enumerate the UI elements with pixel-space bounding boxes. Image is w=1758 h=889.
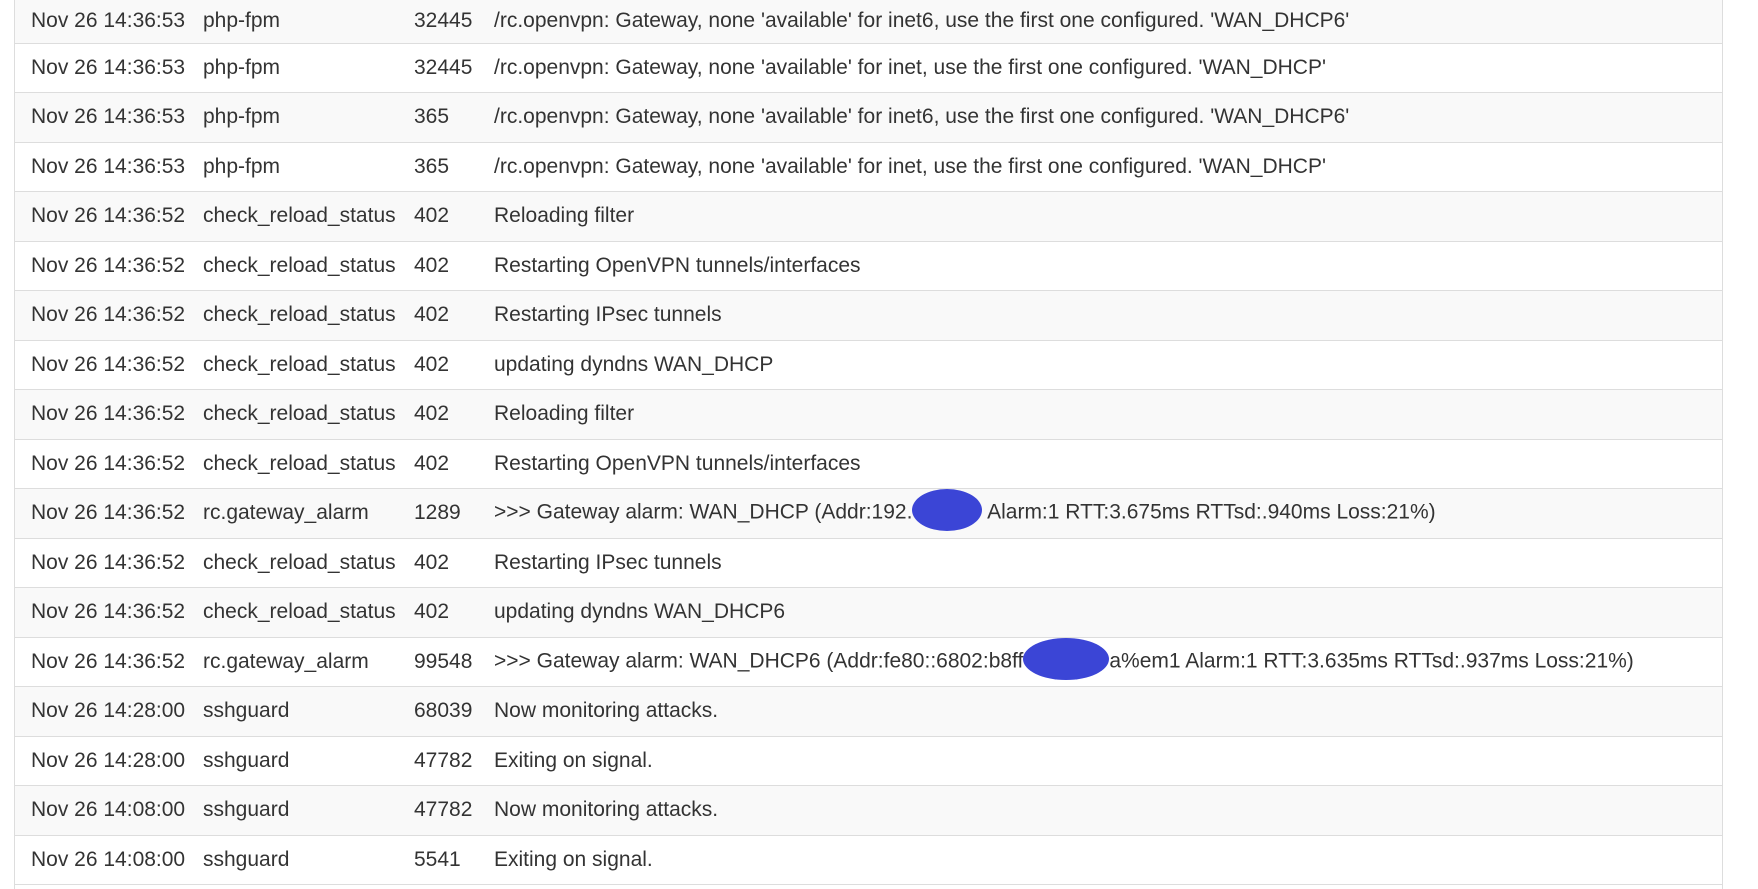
table-row: Nov 26 14:08:00 sshguard 47782 Now monit…	[15, 785, 1722, 836]
log-message: Exiting on signal.	[494, 736, 1722, 786]
log-message: Restarting IPsec tunnels	[494, 538, 1722, 588]
log-time: Nov 26 14:36:52	[15, 587, 203, 638]
log-pid: 68039	[414, 686, 494, 737]
log-time: Nov 26 14:28:00	[15, 686, 203, 737]
log-time: Nov 26 14:36:53	[15, 0, 203, 44]
log-message: /rc.openvpn: Gateway, none 'available' f…	[494, 43, 1722, 93]
log-time: Nov 26 14:36:52	[15, 538, 203, 588]
log-time: Nov 26 14:36:52	[15, 389, 203, 440]
log-pid: 365	[414, 142, 494, 192]
table-row: Nov 26 14:36:52 check_reload_status 402 …	[15, 290, 1722, 341]
log-time: Nov 26 14:36:52	[15, 488, 203, 539]
table-row: Nov 26 14:36:52 rc.gateway_alarm 1289 >>…	[15, 488, 1722, 539]
log-process: sshguard	[203, 686, 414, 737]
log-time: Nov 26 14:08:00	[15, 785, 203, 836]
table-row: Nov 26 14:28:00 sshguard 68039 Now monit…	[15, 686, 1722, 737]
table-row: Nov 26 14:36:53 php-fpm 365 /rc.openvpn:…	[15, 142, 1722, 192]
log-message-after-redaction: Alarm:1 RTT:3.675ms RTTsd:.940ms Loss:21…	[982, 500, 1436, 524]
log-time: Nov 26 14:36:52	[15, 290, 203, 341]
log-message: Restarting IPsec tunnels	[494, 290, 1722, 341]
table-row: Nov 26 14:36:53 php-fpm 32445 /rc.openvp…	[15, 43, 1722, 93]
log-process: check_reload_status	[203, 439, 414, 489]
log-message: Reloading filter	[494, 389, 1722, 440]
log-message: Now monitoring attacks.	[494, 686, 1722, 737]
log-process: check_reload_status	[203, 389, 414, 440]
log-process: sshguard	[203, 736, 414, 786]
table-row: Nov 26 14:36:52 check_reload_status 402 …	[15, 389, 1722, 440]
log-time: Nov 26 14:28:00	[15, 736, 203, 786]
log-message: >>> Gateway alarm: WAN_DHCP6 (Addr:fe80:…	[494, 637, 1722, 687]
table-row: Nov 26 14:28:00 sshguard 47782 Exiting o…	[15, 736, 1722, 786]
log-process: php-fpm	[203, 0, 414, 44]
log-message: /rc.openvpn: Gateway, none 'available' f…	[494, 142, 1722, 192]
log-process: check_reload_status	[203, 538, 414, 588]
log-pid: 47782	[414, 785, 494, 836]
table-row: Nov 26 14:36:53 php-fpm 365 /rc.openvpn:…	[15, 92, 1722, 143]
log-pid: 402	[414, 191, 494, 242]
log-process: check_reload_status	[203, 290, 414, 341]
log-process: check_reload_status	[203, 241, 414, 291]
log-process: sshguard	[203, 785, 414, 836]
log-pid: 402	[414, 439, 494, 489]
log-process: rc.gateway_alarm	[203, 488, 414, 539]
log-message: Restarting OpenVPN tunnels/interfaces	[494, 439, 1722, 489]
log-message-before-redaction: >>> Gateway alarm: WAN_DHCP (Addr:192.	[494, 500, 913, 524]
log-time: Nov 26 14:08:00	[15, 835, 203, 885]
table-row: Nov 26 14:36:52 rc.gateway_alarm 99548 >…	[15, 637, 1722, 687]
log-table-body: Nov 26 14:36:53 php-fpm 32445 /rc.openvp…	[15, 0, 1722, 885]
log-pid: 99548	[414, 637, 494, 687]
table-row: Nov 26 14:08:00 sshguard 5541 Exiting on…	[15, 835, 1722, 885]
log-process: php-fpm	[203, 92, 414, 143]
log-message-before-redaction: >>> Gateway alarm: WAN_DHCP6 (Addr:fe80:…	[494, 649, 1024, 673]
log-pid: 402	[414, 587, 494, 638]
log-pid: 402	[414, 241, 494, 291]
table-row: Nov 26 14:36:52 check_reload_status 402 …	[15, 538, 1722, 588]
log-process: check_reload_status	[203, 191, 414, 242]
log-message: Restarting OpenVPN tunnels/interfaces	[494, 241, 1722, 291]
log-pid: 5541	[414, 835, 494, 885]
log-time: Nov 26 14:36:53	[15, 142, 203, 192]
log-pid: 32445	[414, 0, 494, 44]
table-row: Nov 26 14:36:52 check_reload_status 402 …	[15, 191, 1722, 242]
log-message: updating dyndns WAN_DHCP6	[494, 587, 1722, 638]
log-time: Nov 26 14:36:53	[15, 43, 203, 93]
redaction-mark	[1023, 637, 1110, 680]
log-time: Nov 26 14:36:52	[15, 439, 203, 489]
log-pid: 47782	[414, 736, 494, 786]
log-pid: 32445	[414, 43, 494, 93]
log-message: Now monitoring attacks.	[494, 785, 1722, 836]
log-pid: 402	[414, 290, 494, 341]
log-message: >>> Gateway alarm: WAN_DHCP (Addr:192. A…	[494, 488, 1722, 539]
log-process: php-fpm	[203, 142, 414, 192]
log-pid: 402	[414, 538, 494, 588]
log-pid: 402	[414, 340, 494, 390]
log-process: rc.gateway_alarm	[203, 637, 414, 687]
log-message-after-redaction: a%em1 Alarm:1 RTT:3.635ms RTTsd:.937ms L…	[1109, 649, 1634, 673]
system-log-panel: Nov 26 14:36:53 php-fpm 32445 /rc.openvp…	[14, 0, 1723, 889]
log-message: /rc.openvpn: Gateway, none 'available' f…	[494, 0, 1722, 44]
log-process: php-fpm	[203, 43, 414, 93]
log-time: Nov 26 14:36:53	[15, 92, 203, 143]
log-time: Nov 26 14:36:52	[15, 191, 203, 242]
table-row: Nov 26 14:36:53 php-fpm 32445 /rc.openvp…	[15, 0, 1722, 44]
log-message: /rc.openvpn: Gateway, none 'available' f…	[494, 92, 1722, 143]
log-message: Exiting on signal.	[494, 835, 1722, 885]
log-time: Nov 26 14:36:52	[15, 241, 203, 291]
log-message: Reloading filter	[494, 191, 1722, 242]
log-message: updating dyndns WAN_DHCP	[494, 340, 1722, 390]
log-process: check_reload_status	[203, 340, 414, 390]
log-pid: 402	[414, 389, 494, 440]
log-time: Nov 26 14:36:52	[15, 340, 203, 390]
table-row: Nov 26 14:36:52 check_reload_status 402 …	[15, 587, 1722, 638]
redaction-mark	[912, 489, 983, 532]
log-pid: 365	[414, 92, 494, 143]
system-log-table: Nov 26 14:36:53 php-fpm 32445 /rc.openvp…	[15, 0, 1722, 885]
table-row: Nov 26 14:36:52 check_reload_status 402 …	[15, 340, 1722, 390]
table-row: Nov 26 14:36:52 check_reload_status 402 …	[15, 439, 1722, 489]
log-time: Nov 26 14:36:52	[15, 637, 203, 687]
log-process: check_reload_status	[203, 587, 414, 638]
log-process: sshguard	[203, 835, 414, 885]
table-row: Nov 26 14:36:52 check_reload_status 402 …	[15, 241, 1722, 291]
log-pid: 1289	[414, 488, 494, 539]
